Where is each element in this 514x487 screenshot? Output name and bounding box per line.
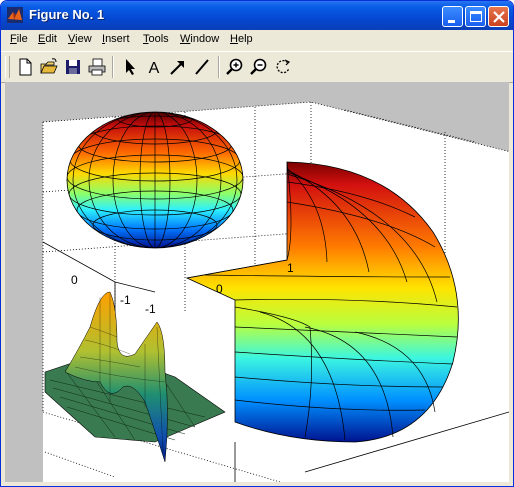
close-icon [493, 11, 505, 23]
insert-arrow-icon[interactable] [167, 56, 189, 78]
maximize-icon [470, 11, 482, 22]
print-icon[interactable] [86, 56, 108, 78]
menu-help[interactable]: Help [230, 33, 253, 45]
toolbar-separator [112, 56, 114, 78]
tick-label: -1 [120, 293, 131, 307]
maximize-button[interactable] [465, 6, 486, 27]
save-icon[interactable] [62, 56, 84, 78]
figure-canvas[interactable]: 0 0 -1 -1 1 [5, 82, 512, 483]
close-button[interactable] [488, 6, 509, 27]
tick-label: -1 [145, 302, 156, 316]
insert-text-glyph: A [149, 60, 160, 77]
menu-view[interactable]: View [68, 33, 92, 45]
tick-label: 1 [287, 261, 294, 275]
menu-file[interactable]: File [10, 33, 28, 45]
menu-tools[interactable]: Tools [143, 33, 169, 45]
figure-window: Figure No. 1 File Edit View Insert Tools… [0, 0, 514, 487]
new-file-icon[interactable] [14, 56, 36, 78]
figure-toolbar: A [1, 51, 513, 83]
select-arrow-icon[interactable] [119, 56, 141, 78]
minimize-icon [448, 20, 455, 23]
rotate-3d-icon[interactable] [272, 56, 294, 78]
toolbar-separator [218, 56, 220, 78]
zoom-out-icon[interactable] [248, 56, 270, 78]
menu-bar: File Edit View Insert Tools Window Help [1, 30, 513, 50]
title-bar[interactable]: Figure No. 1 [1, 1, 513, 30]
insert-text-icon[interactable]: A [143, 56, 165, 78]
plot-svg[interactable]: 0 0 -1 -1 1 [5, 82, 512, 483]
menu-insert[interactable]: Insert [102, 33, 130, 45]
menu-window[interactable]: Window [180, 33, 219, 45]
zoom-in-icon[interactable] [224, 56, 246, 78]
insert-line-icon[interactable] [191, 56, 213, 78]
open-folder-icon[interactable] [38, 56, 60, 78]
matlab-icon [7, 7, 23, 23]
minimize-button[interactable] [442, 6, 463, 27]
menu-edit[interactable]: Edit [38, 33, 57, 45]
toolbar-grip[interactable] [5, 56, 10, 78]
tick-label: 0 [71, 273, 78, 287]
tick-label: 0 [216, 282, 223, 296]
window-title: Figure No. 1 [29, 7, 105, 22]
